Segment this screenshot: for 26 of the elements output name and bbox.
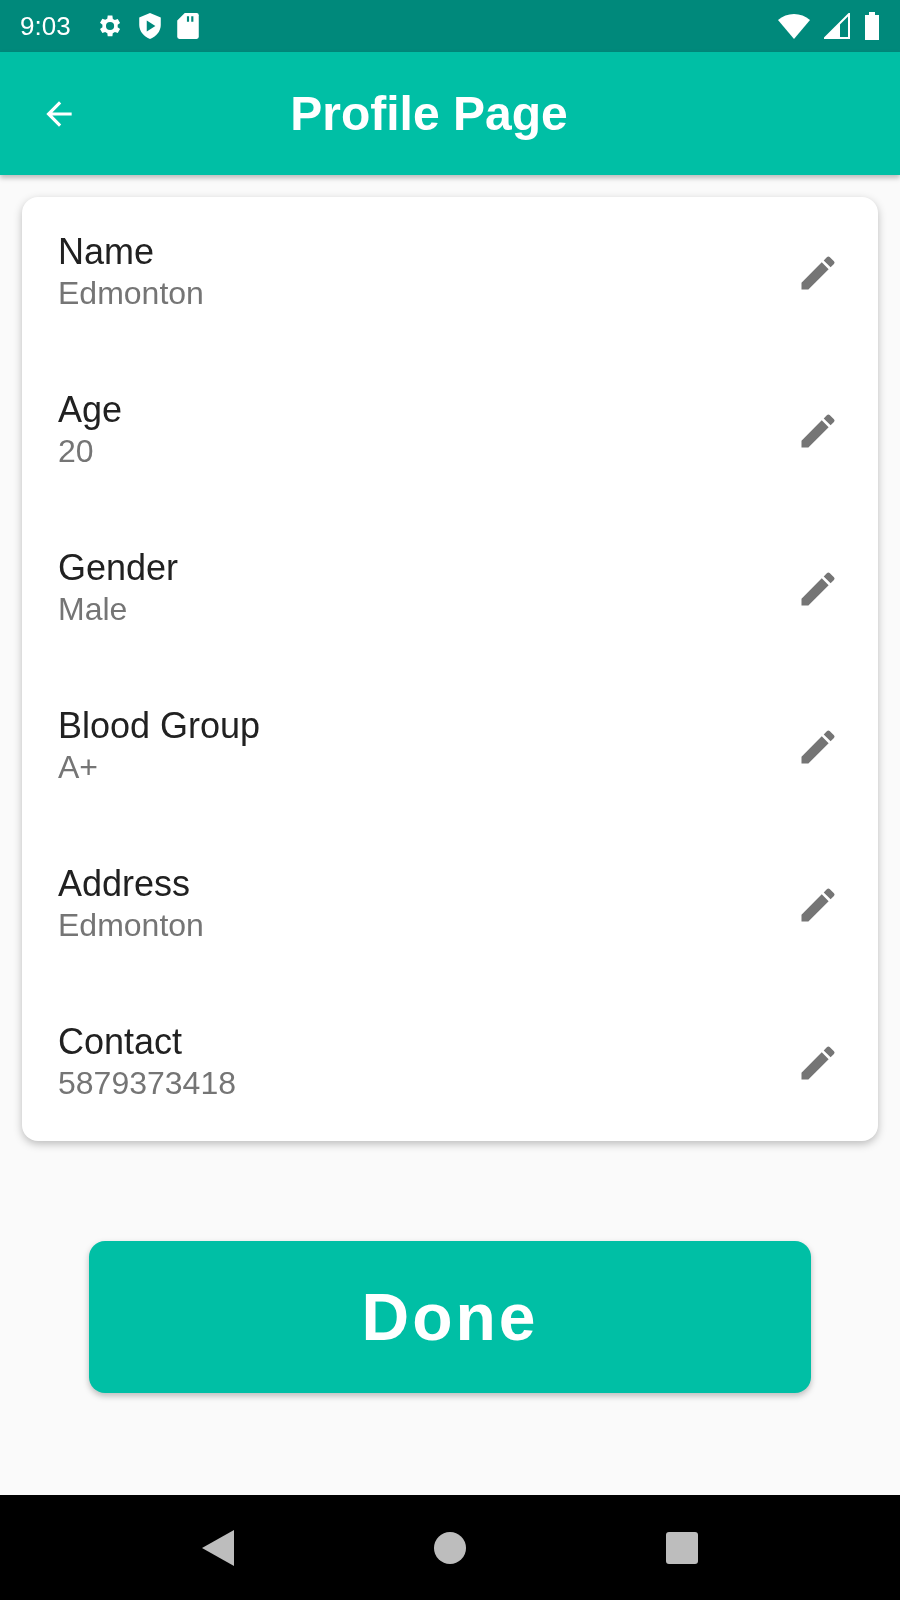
field-label: Name	[58, 231, 156, 273]
wifi-icon	[778, 13, 810, 39]
status-time: 9:03	[20, 10, 71, 42]
field-value: A+	[58, 749, 100, 786]
field-value: Edmonton	[58, 275, 205, 312]
shield-icon	[136, 12, 163, 40]
field-value: 20	[58, 433, 95, 470]
home-nav-button[interactable]	[434, 1531, 466, 1564]
field-value: Edmonton	[58, 907, 205, 944]
recents-nav-button[interactable]	[666, 1531, 698, 1564]
square-icon	[666, 1531, 698, 1564]
page-title: Profile Page	[289, 86, 569, 141]
field-label: Age	[58, 389, 124, 431]
circle-icon	[434, 1531, 466, 1564]
field-value: 5879373418	[58, 1065, 237, 1102]
battery-icon	[864, 12, 880, 40]
back-nav-button[interactable]	[202, 1529, 234, 1566]
field-label: Contact	[58, 1021, 184, 1063]
done-button[interactable]: Done	[89, 1241, 811, 1393]
field-label: Address	[58, 863, 192, 905]
sd-card-icon	[176, 12, 199, 40]
field-label: Blood Group	[58, 705, 262, 747]
field-value: Male	[58, 591, 129, 628]
triangle-icon	[202, 1529, 234, 1566]
signal-icon	[824, 13, 850, 39]
field-label: Gender	[58, 547, 180, 589]
